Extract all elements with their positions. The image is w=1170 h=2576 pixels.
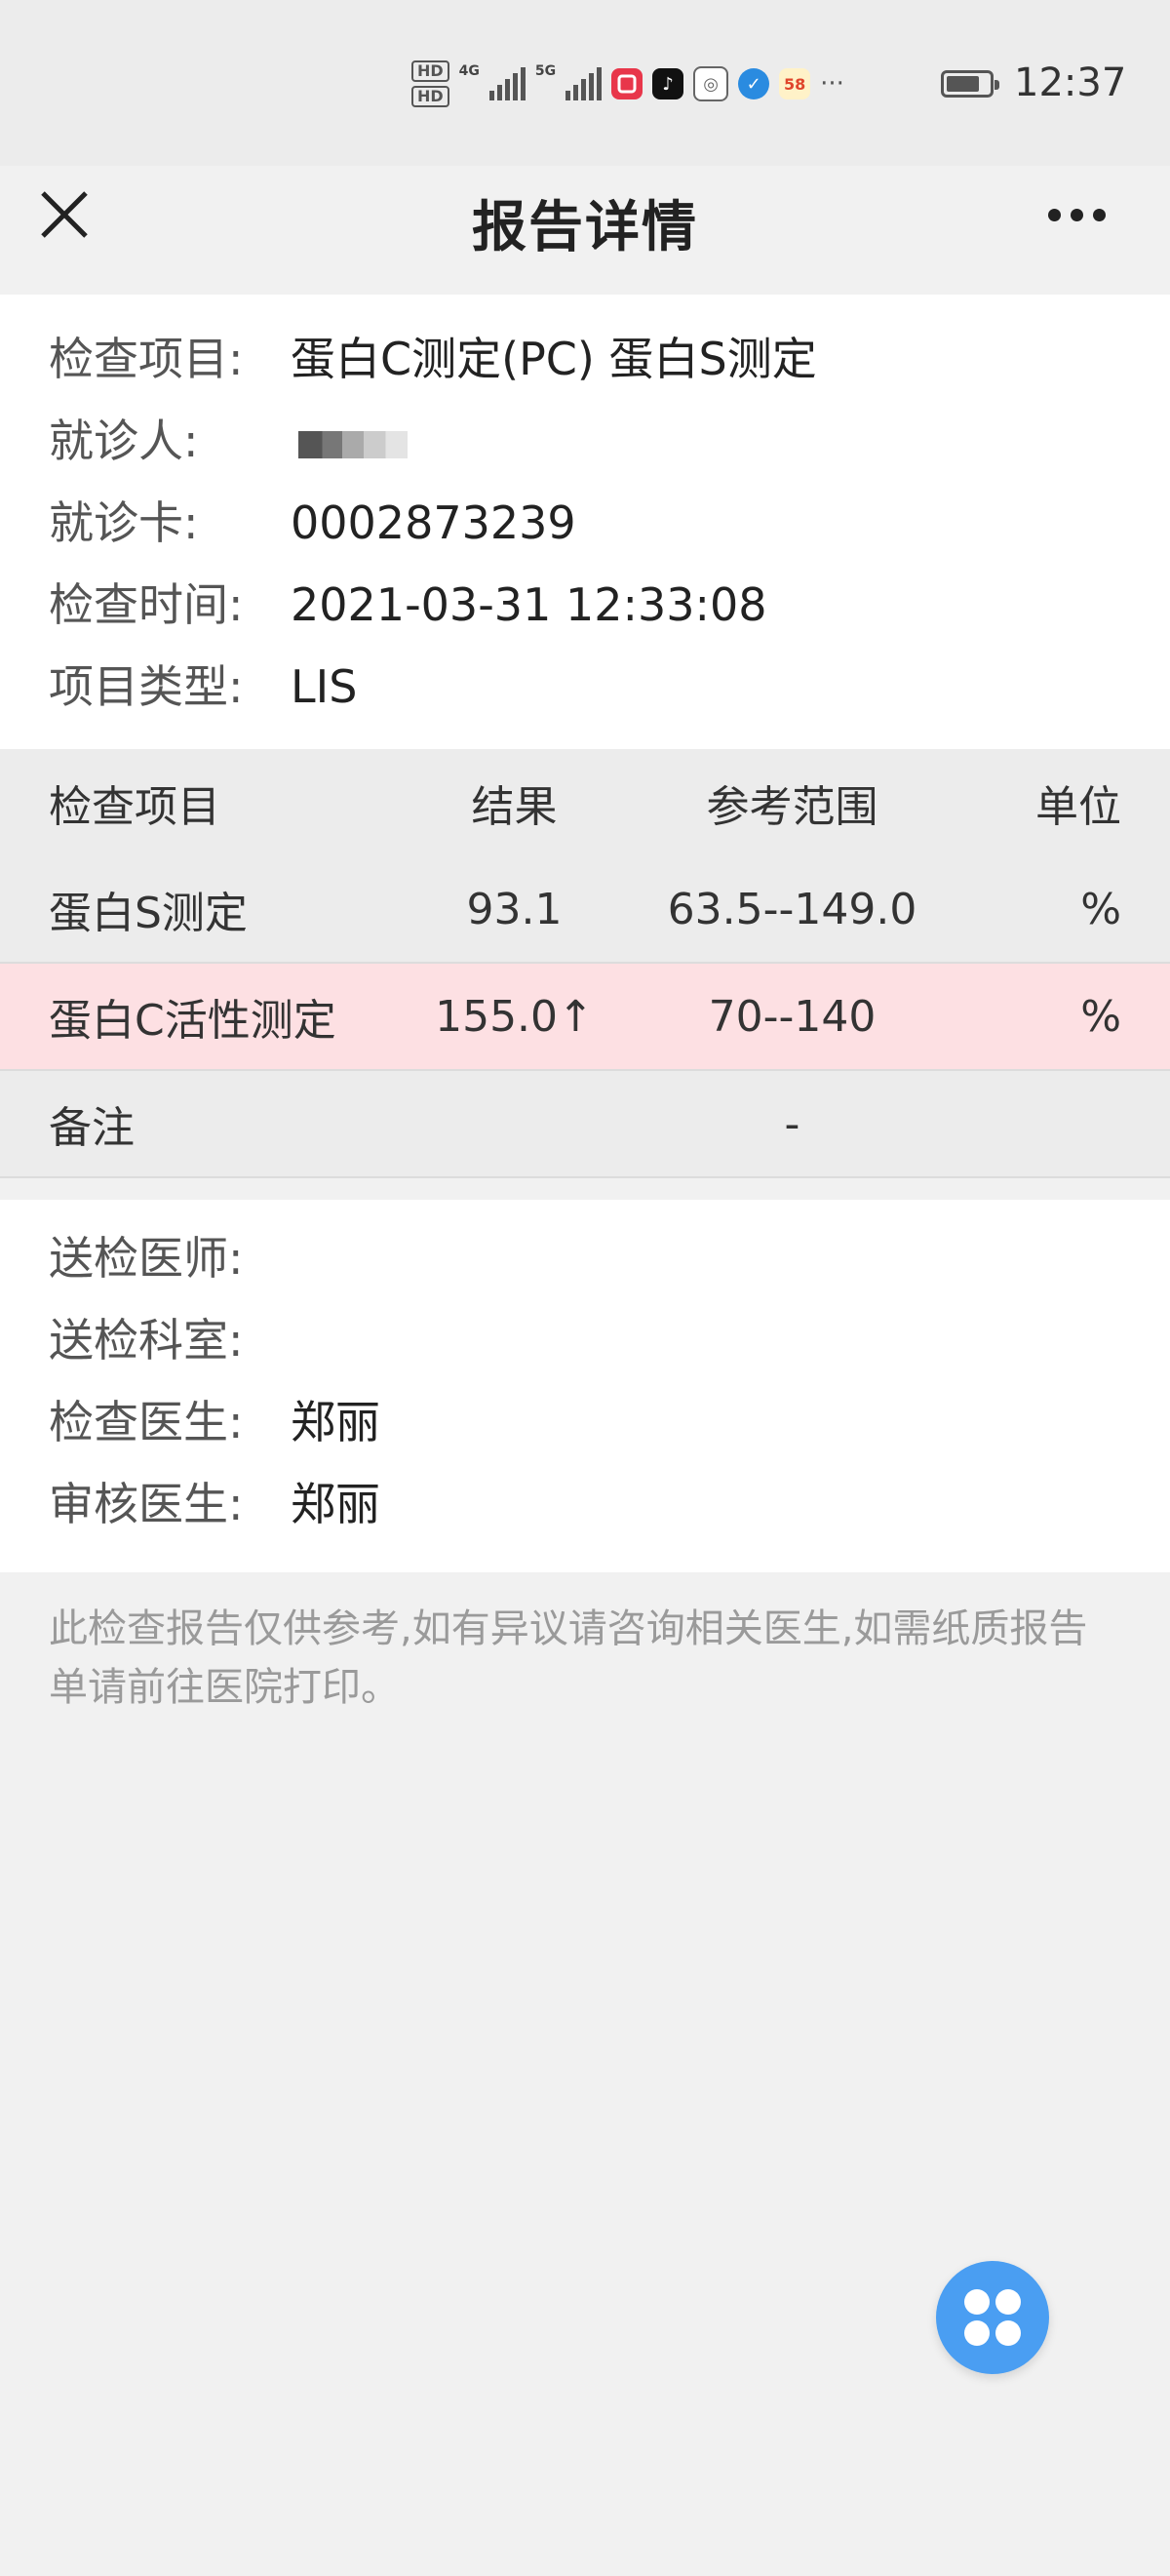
row-result: 155.0↑ xyxy=(435,991,594,1042)
exam-time-label: 检查时间: xyxy=(49,578,244,631)
table-row-abnormal: 蛋白C活性测定 155.0↑ 70--140 % xyxy=(0,964,1170,1071)
doctor-info-card: 送检医师: 送检科室: 检查医生: 郑丽 审核医生: 郑丽 xyxy=(0,1200,1170,1572)
review-doctor-value: 郑丽 xyxy=(291,1478,380,1530)
patient-row: 就诊人: xyxy=(49,406,408,470)
app-58-icon: 58 xyxy=(779,68,811,99)
app-notification-icon: ✓ xyxy=(738,68,770,99)
exam-doctor-value: 郑丽 xyxy=(291,1396,380,1448)
exam-item-label: 检查项目: xyxy=(49,333,244,385)
remark-value: - xyxy=(784,1098,800,1149)
row-result: 93.1 xyxy=(466,884,563,934)
signal-icon xyxy=(488,67,526,100)
row-unit: % xyxy=(1080,991,1121,1042)
sim-hd-indicators: HD HD xyxy=(411,60,449,107)
patient-label: 就诊人: xyxy=(49,415,199,467)
remark-label: 备注 xyxy=(49,1103,135,1153)
disclaimer-note: 此检查报告仅供参考,如有异议请咨询相关医生,如需纸质报告单请前往医院打印。 xyxy=(49,1606,1088,1710)
remark-row: 备注 - xyxy=(0,1071,1170,1178)
app-notification-icon: ◎ xyxy=(693,66,729,101)
page-title: 报告详情 xyxy=(472,196,698,259)
header-result: 结果 xyxy=(471,782,558,832)
header-unit: 单位 xyxy=(1035,782,1121,832)
exam-time-row: 检查时间: 2021-03-31 12:33:08 xyxy=(49,570,767,634)
more-notifications-icon: ··· xyxy=(820,69,844,99)
exam-time-value: 2021-03-31 12:33:08 xyxy=(291,578,767,631)
header-reference: 参考范围 xyxy=(706,782,878,832)
app-notification-icon xyxy=(611,68,644,99)
floating-menu-button[interactable] xyxy=(936,2261,1049,2374)
patient-name-masked xyxy=(298,430,408,458)
sim2-hd-label: HD xyxy=(411,86,449,107)
clock: 12:37 xyxy=(1014,60,1127,105)
item-type-row: 项目类型: LIS xyxy=(49,652,357,716)
send-doctor-label: 送检医师: xyxy=(49,1232,244,1285)
row-item-name: 蛋白S测定 xyxy=(49,889,248,938)
results-table: 检查项目 结果 参考范围 单位 蛋白S测定 93.1 63.5--149.0 %… xyxy=(0,749,1170,1178)
card-row: 就诊卡: 0002873239 xyxy=(49,488,576,552)
card-value: 0002873239 xyxy=(291,496,576,549)
table-row: 蛋白S测定 93.1 63.5--149.0 % xyxy=(0,856,1170,964)
sim1-hd-label: HD xyxy=(411,60,449,82)
row-unit: % xyxy=(1080,884,1121,934)
battery-icon xyxy=(941,70,999,98)
item-type-label: 项目类型: xyxy=(49,660,244,713)
network-4g-label: 4G xyxy=(458,63,480,79)
review-doctor-label: 审核医生: xyxy=(49,1478,244,1530)
row-reference: 63.5--149.0 xyxy=(667,884,917,934)
send-doctor-row: 送检医师: xyxy=(49,1223,291,1288)
send-dept-row: 送检科室: xyxy=(49,1305,291,1369)
row-reference: 70--140 xyxy=(708,991,877,1042)
exam-item-row: 检查项目: 蛋白C测定(PC) 蛋白S测定 xyxy=(49,324,817,388)
report-info-card: 检查项目: 蛋白C测定(PC) 蛋白S测定 就诊人: 就诊卡: 0002873239… xyxy=(0,295,1170,749)
row-item-name: 蛋白C活性测定 xyxy=(49,996,336,1046)
tiktok-icon: ♪ xyxy=(652,68,684,99)
exam-doctor-row: 检查医生: 郑丽 xyxy=(49,1387,380,1451)
table-header: 检查项目 结果 参考范围 单位 xyxy=(0,749,1170,856)
header-item: 检查项目 xyxy=(49,782,220,832)
exam-doctor-label: 检查医生: xyxy=(49,1396,244,1448)
status-bar: HD HD 4G 5G ♪ ◎ ✓ 58 ··· 12:37 报告详情 xyxy=(0,0,1170,259)
more-icon[interactable] xyxy=(1048,195,1111,234)
network-5g-label: 5G xyxy=(534,63,557,79)
exam-item-value: 蛋白C测定(PC) 蛋白S测定 xyxy=(291,333,817,385)
review-doctor-row: 审核医生: 郑丽 xyxy=(49,1469,380,1533)
signal-icon xyxy=(566,67,603,100)
clover-icon xyxy=(964,2289,1021,2346)
send-dept-label: 送检科室: xyxy=(49,1314,244,1367)
status-icons: HD HD 4G 5G ♪ ◎ ✓ 58 ··· xyxy=(411,55,844,113)
item-type-value: LIS xyxy=(291,660,358,713)
card-label: 就诊卡: xyxy=(49,496,199,549)
